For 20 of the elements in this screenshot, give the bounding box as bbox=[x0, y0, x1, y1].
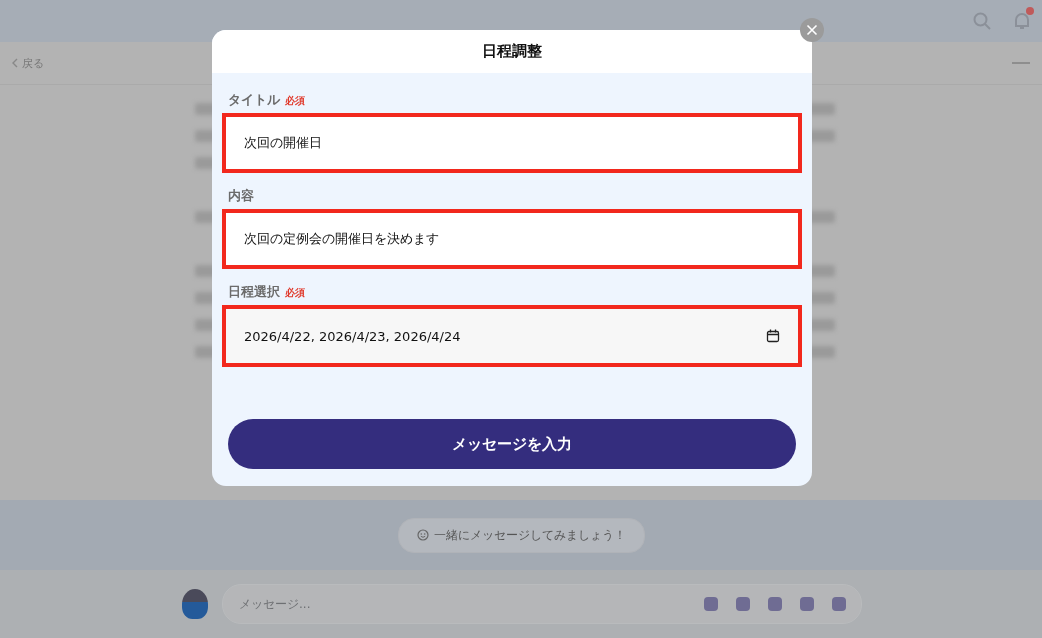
input-field[interactable]: 次回の定例会の開催日を決めます bbox=[222, 209, 802, 269]
field-label: 内容 bbox=[228, 187, 254, 205]
menu-icon[interactable] bbox=[1012, 61, 1030, 65]
banner-text: 一緒にメッセージしてみましょう！ bbox=[433, 526, 626, 544]
avatar bbox=[182, 589, 208, 619]
close-icon[interactable] bbox=[800, 18, 824, 42]
message-input[interactable]: メッセージ... bbox=[237, 596, 703, 612]
search-icon[interactable] bbox=[972, 11, 992, 31]
smiley-icon bbox=[416, 529, 429, 541]
submit-button[interactable]: メッセージを入力 bbox=[228, 419, 796, 469]
field-label: タイトル bbox=[228, 91, 280, 109]
date-field[interactable]: 2026/4/22, 2026/4/23, 2026/4/24 bbox=[222, 305, 802, 367]
bell-icon[interactable] bbox=[1012, 11, 1032, 31]
field-label: 日程選択 bbox=[228, 283, 280, 301]
input-field[interactable]: 次回の開催日 bbox=[222, 113, 802, 173]
required-tag: 必須 bbox=[285, 94, 305, 108]
required-tag: 必須 bbox=[285, 286, 305, 300]
chevron-left-icon[interactable] bbox=[12, 58, 18, 68]
dialog-title: 日程調整 bbox=[482, 42, 542, 61]
message-bar[interactable]: メッセージ... bbox=[222, 584, 862, 624]
